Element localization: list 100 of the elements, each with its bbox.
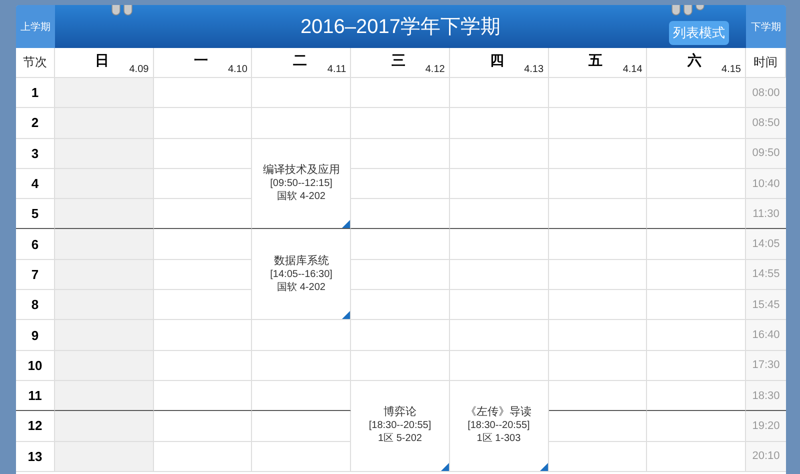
timetable-cell[interactable]: [55, 380, 154, 412]
timetable-cell[interactable]: [55, 108, 154, 139]
timetable-cell[interactable]: [55, 78, 154, 108]
timetable-cell[interactable]: [450, 138, 549, 169]
timetable-cell[interactable]: [450, 260, 549, 290]
course-room: 1区 1-303: [476, 432, 521, 446]
timetable-cell[interactable]: [548, 380, 648, 412]
timetable-cell[interactable]: [351, 78, 450, 108]
timetable-cell[interactable]: [154, 260, 252, 290]
time-label: 08:00: [746, 78, 786, 108]
time-label: 08:50: [746, 108, 786, 139]
timetable-cell[interactable]: [154, 78, 252, 108]
timetable-cell[interactable]: [548, 168, 648, 200]
timetable-cell[interactable]: [154, 290, 252, 320]
date-label: 4.10: [228, 64, 248, 75]
timetable-cell[interactable]: [55, 229, 154, 260]
timetable-cell[interactable]: [450, 108, 549, 139]
period-number: 6: [16, 229, 55, 260]
weekday-label: 三: [390, 52, 406, 70]
timetable-cell[interactable]: [450, 78, 549, 108]
period-number: 2: [16, 108, 55, 139]
timetable-cell[interactable]: [55, 320, 154, 351]
timetable-cell[interactable]: [154, 411, 252, 442]
timetable-cell[interactable]: [55, 260, 154, 290]
timetable-cell[interactable]: [55, 411, 154, 442]
timetable-cell[interactable]: [55, 199, 154, 230]
term-title: 2016–2017学年下学期: [300, 15, 501, 40]
timetable-cell[interactable]: [351, 108, 450, 139]
timetable-cell[interactable]: [351, 138, 450, 169]
date-label: 4.12: [425, 64, 445, 75]
timetable-cell[interactable]: [548, 229, 648, 260]
timetable-cell[interactable]: [154, 350, 252, 381]
timetable-cell[interactable]: [55, 138, 154, 169]
timetable-cell[interactable]: [548, 199, 648, 230]
timetable-cell[interactable]: [252, 78, 352, 108]
timetable-cell[interactable]: [154, 442, 252, 472]
timetable-cell[interactable]: [548, 350, 648, 381]
time-label: 10:40: [746, 168, 786, 200]
timetable-cell[interactable]: [55, 442, 154, 472]
timetable-cell[interactable]: [548, 320, 648, 351]
timetable-cell[interactable]: [548, 78, 648, 108]
weekday-label: 二: [292, 52, 308, 70]
timetable-cell[interactable]: [55, 350, 154, 381]
course-time: [18:30--20:55]: [468, 419, 530, 432]
course-time: [18:30--20:55]: [368, 419, 432, 432]
course-name: 《左传》导读: [466, 406, 532, 420]
timetable-cell[interactable]: [351, 199, 450, 230]
timetable-cell[interactable]: [351, 260, 450, 290]
period-number: 1: [16, 78, 55, 108]
timetable-cell[interactable]: [450, 229, 549, 260]
course-block[interactable]: 编译技术及应用 [09:50--12:15] 国软 4-202: [252, 138, 352, 230]
timetable-cell[interactable]: [252, 320, 352, 351]
period-column-header: 节次: [16, 48, 55, 78]
time-label: 15:45: [746, 290, 786, 320]
date-label: 4.11: [327, 64, 346, 75]
corner-triangle-icon: [540, 462, 548, 471]
timetable-cell[interactable]: [154, 108, 252, 139]
course-name: 博弈论: [383, 406, 416, 420]
timetable-cell[interactable]: [548, 411, 648, 442]
timetable-cell[interactable]: [548, 290, 648, 320]
time-label: 09:50: [746, 138, 786, 169]
course-room: 1区 5-202: [378, 432, 422, 446]
period-number: 5: [16, 199, 55, 230]
timetable-cell[interactable]: [548, 138, 648, 169]
timetable-cell[interactable]: [154, 199, 252, 230]
timetable-cell[interactable]: [351, 290, 450, 320]
weekday-label: 六: [686, 52, 702, 70]
timetable-cell[interactable]: [450, 290, 549, 320]
weekday-label: 四: [488, 52, 505, 70]
timetable-cell[interactable]: [252, 442, 352, 472]
period-number: 3: [16, 138, 55, 169]
timetable-cell[interactable]: [351, 229, 450, 260]
timetable-cell[interactable]: [548, 108, 648, 139]
time-label: 17:30: [746, 350, 786, 381]
period-number: 4: [16, 168, 55, 200]
timetable-cell[interactable]: [548, 260, 648, 290]
timetable-cell[interactable]: [548, 442, 648, 472]
timetable-cell[interactable]: [252, 350, 352, 381]
date-label: 4.15: [722, 64, 741, 75]
course-block[interactable]: 数据库系统 [14:05--16:30] 国软 4-202: [252, 229, 352, 320]
timetable-cell[interactable]: [154, 380, 252, 412]
corner-triangle-icon: [342, 220, 350, 228]
timetable-cell[interactable]: [351, 168, 450, 200]
timetable-cell[interactable]: [351, 320, 450, 351]
timetable-cell[interactable]: [450, 199, 549, 230]
course-block[interactable]: 《左传》导读 [18:30--20:55] 1区 1-303: [450, 380, 549, 472]
timetable-cell[interactable]: [55, 290, 154, 320]
corner-triangle-icon: [342, 311, 350, 320]
timetable-cell[interactable]: [154, 320, 252, 351]
timetable-cell[interactable]: [450, 168, 549, 200]
timetable-cell[interactable]: [252, 411, 352, 442]
period-number: 11: [16, 380, 55, 412]
course-name: 数据库系统: [274, 254, 329, 268]
course-block[interactable]: 博弈论 [18:30--20:55] 1区 5-202: [351, 380, 450, 472]
timetable-cell[interactable]: [450, 320, 549, 351]
period-number: 8: [16, 290, 55, 320]
timetable-cell[interactable]: [55, 168, 154, 200]
timetable-cell[interactable]: [154, 168, 252, 200]
corner-triangle-icon: [440, 462, 449, 471]
date-label: 4.09: [129, 64, 149, 75]
